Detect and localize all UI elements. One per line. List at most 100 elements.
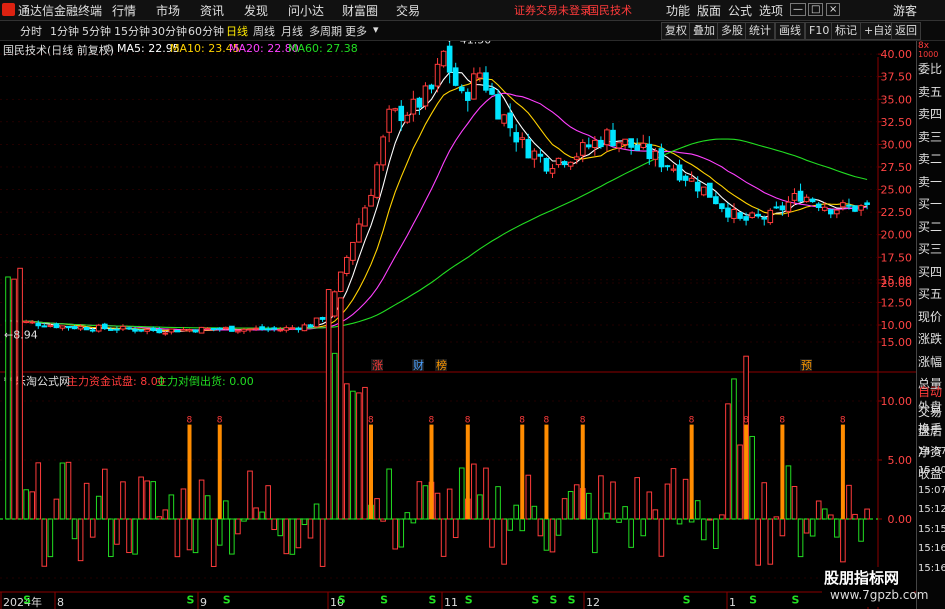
candle-body	[628, 138, 634, 148]
restore-button[interactable]: □	[808, 3, 824, 16]
candle-body	[156, 329, 163, 334]
candle-body	[549, 168, 556, 174]
candle-body	[779, 205, 786, 211]
period-30min[interactable]: 30分钟	[151, 23, 187, 39]
user-label[interactable]: 游客	[893, 2, 917, 19]
panel-item[interactable]: 自动	[918, 383, 945, 402]
indicator-bar	[670, 468, 677, 520]
period-60min[interactable]: 60分钟	[188, 23, 224, 39]
indicator-bar	[803, 518, 810, 534]
f10-button[interactable]: F10	[805, 22, 834, 40]
indicator-bar	[440, 518, 447, 557]
low-price-label: ←8.94	[4, 329, 38, 342]
price-tick-label: 20.00	[881, 229, 913, 242]
signal-top-mark: 8	[217, 416, 223, 426]
event-tag: 榜	[436, 358, 447, 372]
kline-chart[interactable]: 40.00 37.50 35.00 32.50 30.00 27.50 25.00 22.50…	[0, 41, 916, 609]
trade-login-alert[interactable]: 证券交易未登录	[514, 2, 591, 18]
event-tag: 财	[413, 358, 424, 372]
menu-banmian[interactable]: 版面	[697, 2, 721, 19]
menu-zixun[interactable]: 资讯	[200, 2, 224, 19]
candle-body	[749, 212, 755, 218]
period-daily[interactable]: 日线	[226, 23, 248, 39]
fuquan-button[interactable]: 复权	[661, 22, 691, 40]
signal-top-mark: 8	[543, 416, 549, 426]
chevron-down-icon[interactable]: ▾	[373, 23, 379, 36]
panel-item: 买一	[918, 197, 943, 211]
indicator-bar	[864, 508, 870, 520]
period-15min[interactable]: 15分钟	[114, 23, 150, 39]
indicator-bar	[682, 478, 689, 520]
menu-shichang[interactable]: 市场	[156, 2, 180, 19]
menu-xuanxiang[interactable]: 选项	[759, 2, 783, 19]
huaxian-button[interactable]: 画线	[775, 22, 805, 40]
tongji-button[interactable]: 统计	[745, 22, 775, 40]
signal-bar	[520, 424, 525, 519]
indicator-bar	[186, 518, 193, 551]
period-more[interactable]: 更多	[345, 23, 367, 39]
candle-body	[446, 45, 453, 73]
panel-item: 卖二	[918, 152, 943, 166]
indicator-bar	[132, 518, 138, 555]
indicator-bar	[344, 383, 350, 520]
period-fenshi[interactable]: 分时	[20, 23, 42, 39]
back-button[interactable]: 返回	[891, 22, 921, 40]
candle-body	[640, 142, 647, 148]
candle-body	[398, 105, 405, 122]
candle-body	[35, 322, 42, 327]
period-multi[interactable]: 多周期	[309, 23, 342, 39]
indicator-bar	[852, 513, 858, 520]
menu-gongshi[interactable]: 公式	[728, 2, 752, 19]
indicator-bar	[700, 518, 707, 541]
indicator-bar	[828, 514, 834, 520]
indicator-bar	[356, 392, 362, 520]
period-monthly[interactable]: 月线	[281, 23, 303, 39]
price-tick-label: 40.00	[881, 48, 913, 61]
biaoji-button[interactable]: 标记	[831, 22, 861, 40]
candle-body	[434, 63, 441, 87]
panel-item: 现价	[918, 309, 943, 324]
indicator-bar	[114, 518, 120, 545]
menu-faxian[interactable]: 发现	[244, 2, 268, 19]
period-weekly[interactable]: 周线	[253, 23, 275, 39]
menu-caifuquan[interactable]: 财富圈	[342, 2, 378, 19]
indicator-bar	[549, 518, 556, 553]
indicator-bar	[416, 481, 423, 520]
menu-wenxiaoda[interactable]: 问小达	[288, 2, 324, 19]
indicator-bar	[815, 500, 822, 520]
signal-bottom-mark: S	[792, 594, 800, 607]
indicator-bar	[821, 508, 828, 520]
indicator-bar	[676, 518, 683, 525]
indicator-bar	[731, 378, 737, 520]
indicator-bar	[235, 518, 241, 535]
panel-item: 涨幅	[918, 354, 943, 369]
menu-jiaoyi[interactable]: 交易	[396, 2, 420, 19]
indicator-bar	[386, 468, 392, 520]
candle-body	[210, 327, 217, 330]
menu-gongneng[interactable]: 功能	[666, 2, 690, 19]
signal-bar	[217, 424, 222, 519]
minimize-button[interactable]: —	[790, 3, 806, 16]
indicator-bar	[694, 500, 701, 520]
indicator-bar	[561, 498, 568, 520]
candle-body	[670, 168, 677, 171]
period-5min[interactable]: 5分钟	[82, 23, 111, 39]
menu-hangqing[interactable]: 行情	[112, 2, 136, 19]
candle-body	[29, 321, 35, 324]
indicator-bar	[513, 504, 520, 520]
period-1min[interactable]: 1分钟	[50, 23, 79, 39]
duogu-button[interactable]: 多股	[717, 22, 747, 40]
indicator-bar	[761, 482, 768, 520]
indicator-bar	[295, 518, 302, 549]
candle-body	[138, 329, 144, 332]
indicator-bar	[77, 518, 84, 562]
watermark: 股朋指标网 www.7gpzb.com	[822, 567, 928, 607]
candle-body	[174, 329, 181, 333]
diejia-button[interactable]: 叠加	[689, 22, 719, 40]
indicator-bar	[5, 276, 11, 520]
indicator-bar	[102, 468, 108, 520]
signal-top-mark: 8	[187, 416, 193, 426]
candle-body	[53, 323, 60, 329]
indicator-bar	[198, 479, 205, 520]
close-button[interactable]: ×	[826, 3, 841, 16]
